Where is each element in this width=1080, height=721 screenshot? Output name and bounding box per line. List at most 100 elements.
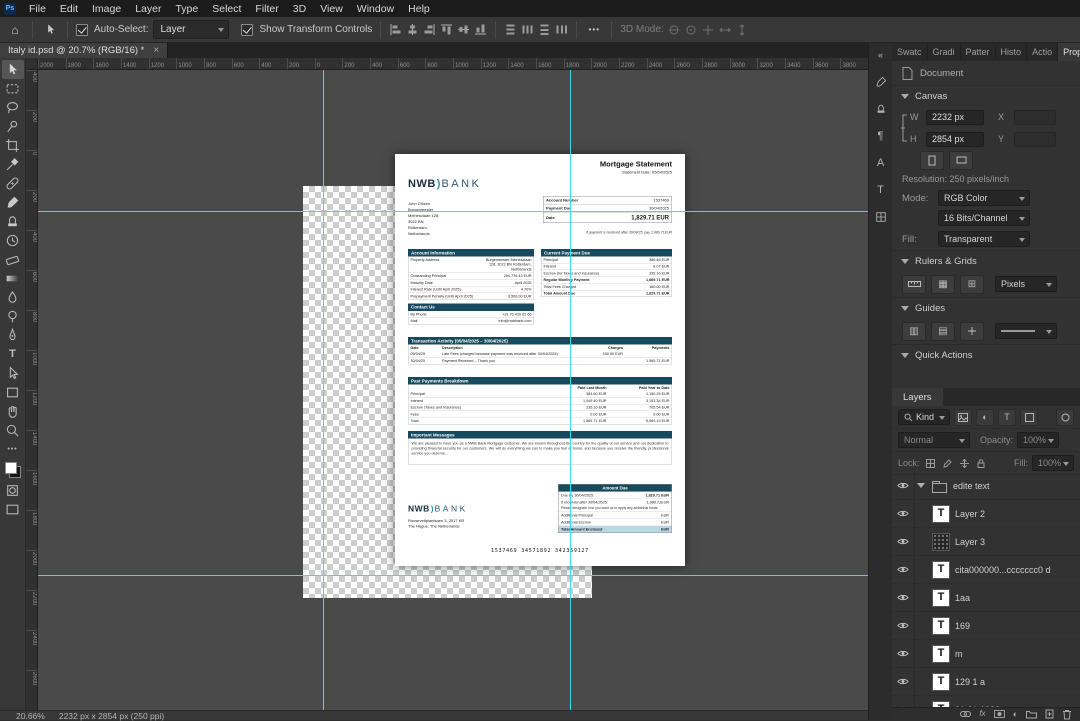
menu-item[interactable]: Help bbox=[401, 0, 437, 17]
menu-item[interactable]: Layer bbox=[128, 0, 168, 17]
tab-patterns[interactable]: Patter bbox=[961, 43, 996, 61]
guide-style-dropdown[interactable] bbox=[995, 323, 1057, 339]
foreground-color-swatch[interactable] bbox=[4, 462, 17, 474]
distribute-left-edges-button[interactable] bbox=[553, 21, 570, 39]
tab-history[interactable]: Histo bbox=[996, 43, 1028, 61]
quick-mask-button[interactable] bbox=[2, 481, 24, 500]
glyphs-panel-icon[interactable]: A bbox=[872, 154, 890, 172]
layer-visibility-toggle[interactable] bbox=[892, 668, 915, 695]
brushes-panel-icon[interactable] bbox=[872, 73, 890, 91]
document-tab[interactable]: Italy id.psd @ 20.7% (RGB/16) * × bbox=[0, 43, 169, 58]
move-tool[interactable] bbox=[1, 60, 24, 79]
menu-item[interactable]: File bbox=[22, 0, 53, 17]
toggle-snap-button[interactable]: ⊞ bbox=[960, 274, 984, 294]
spot-healing-brush-tool[interactable] bbox=[2, 174, 24, 193]
paragraph-panel-icon[interactable]: ¶ bbox=[872, 127, 890, 145]
filter-adjustment-layers-icon[interactable]: ◐ bbox=[976, 408, 994, 426]
horizontal-guide[interactable] bbox=[38, 575, 868, 576]
align-vertical-centers-button[interactable] bbox=[455, 21, 472, 39]
blend-mode-dropdown[interactable]: Normal bbox=[898, 432, 970, 448]
toggle-grid-button[interactable]: ▦ bbox=[931, 274, 955, 294]
lock-guides-button[interactable]: ▤ bbox=[931, 321, 955, 341]
new-layer-button[interactable] bbox=[1045, 709, 1054, 719]
menu-item[interactable]: Select bbox=[205, 0, 248, 17]
layer-filter-kind-dropdown[interactable]: Kind bbox=[898, 409, 950, 425]
character-panel-icon[interactable]: T bbox=[872, 181, 890, 199]
adjustment-layer-button[interactable]: ◐ bbox=[1013, 709, 1018, 719]
menu-item[interactable]: Edit bbox=[53, 0, 85, 17]
guides-section-header[interactable]: Guides bbox=[892, 297, 1080, 318]
layer-row[interactable]: T 1aa bbox=[892, 584, 1080, 612]
3d-pan-icon[interactable] bbox=[700, 21, 717, 39]
toggle-guides-button[interactable]: ▥ bbox=[902, 321, 926, 341]
layer-visibility-toggle[interactable] bbox=[892, 556, 915, 583]
link-layers-button[interactable] bbox=[960, 711, 972, 717]
eraser-tool[interactable] bbox=[2, 250, 24, 269]
delete-layer-button[interactable] bbox=[1062, 709, 1072, 720]
layer-row[interactable]: T Layer 2 bbox=[892, 500, 1080, 528]
ruler-units-dropdown[interactable]: Pixels bbox=[995, 276, 1057, 292]
auto-select-target-dropdown[interactable]: Layer bbox=[153, 20, 230, 39]
quick-selection-tool[interactable] bbox=[2, 117, 24, 136]
move-tool-preset[interactable] bbox=[39, 20, 61, 40]
dodge-tool[interactable] bbox=[2, 307, 24, 326]
layer-visibility-toggle[interactable] bbox=[892, 612, 915, 639]
clear-guides-button[interactable] bbox=[960, 321, 984, 341]
layer-visibility-toggle[interactable] bbox=[892, 584, 915, 611]
hand-tool[interactable] bbox=[2, 402, 24, 421]
align-top-edges-button[interactable] bbox=[438, 21, 455, 39]
filter-shape-layers-icon[interactable] bbox=[1020, 408, 1038, 426]
path-selection-tool[interactable] bbox=[2, 364, 24, 383]
eyedropper-tool[interactable] bbox=[2, 155, 24, 174]
tab-layers[interactable]: Layers bbox=[892, 388, 943, 406]
portrait-orientation-button[interactable] bbox=[920, 150, 944, 170]
menu-item[interactable]: Type bbox=[168, 0, 205, 17]
layer-name[interactable]: cita000000...ccccccc0 d bbox=[955, 565, 1051, 575]
lasso-tool[interactable] bbox=[2, 98, 24, 117]
bit-depth-dropdown[interactable]: 16 Bits/Channel bbox=[938, 210, 1030, 226]
menu-item[interactable]: 3D bbox=[286, 0, 313, 17]
group-expand-chevron[interactable] bbox=[915, 483, 927, 488]
history-brush-tool[interactable] bbox=[2, 231, 24, 250]
menu-item[interactable]: Window bbox=[350, 0, 401, 17]
align-right-edges-button[interactable] bbox=[421, 21, 438, 39]
distribute-vertical-centers-button[interactable] bbox=[519, 21, 536, 39]
filter-pixel-layers-icon[interactable] bbox=[954, 408, 972, 426]
screen-mode-button[interactable] bbox=[2, 500, 24, 519]
layer-effects-button[interactable]: fx bbox=[979, 710, 985, 718]
layer-name[interactable]: 1aa bbox=[955, 593, 970, 603]
3d-slide-icon[interactable] bbox=[717, 21, 734, 39]
canvas-height-field[interactable]: 2854 px bbox=[926, 131, 984, 147]
rectangular-marquee-tool[interactable] bbox=[2, 79, 24, 98]
crop-tool[interactable] bbox=[2, 136, 24, 155]
landscape-orientation-button[interactable] bbox=[949, 150, 973, 170]
menu-item[interactable]: Image bbox=[85, 0, 128, 17]
brush-tool[interactable] bbox=[2, 193, 24, 212]
layer-row[interactable]: T 129 1 a bbox=[892, 668, 1080, 696]
blur-tool[interactable] bbox=[2, 288, 24, 307]
layer-name[interactable]: 169 bbox=[955, 621, 970, 631]
layer-visibility-toggle[interactable] bbox=[892, 500, 915, 527]
quick-actions-section-header[interactable]: Quick Actions bbox=[892, 344, 1080, 365]
edit-toolbar-button[interactable]: ••• bbox=[2, 440, 24, 459]
collapse-dock-icon[interactable]: « bbox=[872, 46, 890, 64]
color-swatches[interactable] bbox=[4, 462, 21, 478]
canvas-area[interactable]: Mortgage Statement Statement Date: 05/04… bbox=[38, 70, 868, 710]
horizontal-ruler[interactable]: 2000 1800 1600 1400 1200 1000 800 600 400 200 0 200… bbox=[38, 58, 868, 70]
home-button[interactable]: ⌂ bbox=[4, 20, 26, 40]
rectangle-shape-tool[interactable] bbox=[2, 383, 24, 402]
show-transform-controls-checkbox[interactable] bbox=[241, 23, 254, 36]
layer-row[interactable]: T m bbox=[892, 640, 1080, 668]
tab-swatches[interactable]: Swatc bbox=[892, 43, 928, 61]
layer-row[interactable]: edite text bbox=[892, 472, 1080, 500]
zoom-tool[interactable] bbox=[2, 421, 24, 440]
opacity-field[interactable]: 100% bbox=[1017, 432, 1060, 448]
zoom-level[interactable]: 20.66% bbox=[16, 711, 45, 721]
layer-name[interactable]: m bbox=[955, 649, 963, 659]
3d-scale-icon[interactable] bbox=[734, 21, 751, 39]
lock-all-icon[interactable] bbox=[975, 457, 988, 470]
layer-name[interactable]: Layer 2 bbox=[955, 509, 985, 519]
more-options-button[interactable]: ••• bbox=[583, 20, 605, 40]
align-left-edges-button[interactable] bbox=[387, 21, 404, 39]
ruler-origin-corner[interactable] bbox=[26, 58, 38, 70]
